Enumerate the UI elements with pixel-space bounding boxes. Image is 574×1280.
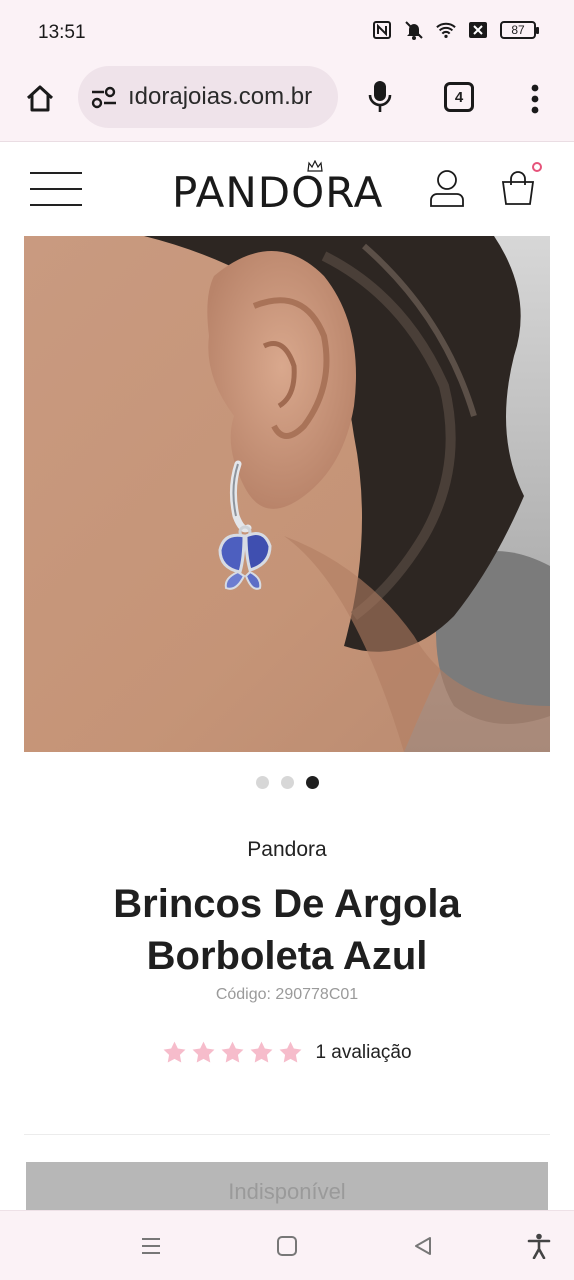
- star-icon: [164, 1041, 186, 1063]
- star-icon: [222, 1041, 244, 1063]
- browser-menu-button[interactable]: [522, 79, 548, 119]
- carousel-dot-active[interactable]: [305, 776, 319, 789]
- product-title-line1: Brincos De Argola: [113, 882, 461, 926]
- signal-off-icon: [468, 20, 488, 40]
- back-nav-icon[interactable]: [410, 1233, 436, 1259]
- carousel-dot[interactable]: [280, 776, 294, 789]
- site-settings-icon: [91, 86, 116, 109]
- carousel-dot[interactable]: [255, 776, 269, 789]
- star-icon: [193, 1041, 215, 1063]
- nfc-icon: [372, 20, 392, 40]
- product-brand: Pandora: [247, 838, 327, 861]
- site-header: PANDORA: [0, 142, 574, 236]
- battery-icon: 87: [500, 21, 539, 39]
- more-vert-icon: [531, 84, 539, 114]
- hamburger-menu-icon[interactable]: [30, 172, 82, 206]
- status-bar: 13:51 87: [0, 0, 574, 62]
- microphone-icon: [368, 81, 392, 112]
- address-bar[interactable]: ıdorajoias.com.br: [78, 66, 338, 128]
- home-icon: [26, 85, 54, 112]
- status-time: 13:51: [38, 22, 86, 43]
- home-button[interactable]: [20, 79, 60, 119]
- system-navigation-bar: [0, 1210, 574, 1280]
- bell-muted-icon: [404, 20, 424, 40]
- accessibility-icon[interactable]: [526, 1233, 552, 1259]
- product-image[interactable]: [24, 236, 550, 752]
- rating-count-link[interactable]: 1 avaliação: [315, 1042, 411, 1064]
- shopping-bag-button[interactable]: [498, 162, 542, 208]
- browser-toolbar: ıdorajoias.com.br 4: [0, 62, 574, 142]
- user-icon: [430, 170, 464, 207]
- product-rating[interactable]: 1 avaliação: [0, 1040, 574, 1065]
- carousel-dots: [0, 776, 574, 789]
- product-title: Brincos De Argola Borboleta Azul: [0, 878, 574, 982]
- cart-indicator: [532, 162, 542, 172]
- recent-apps-icon[interactable]: [138, 1233, 164, 1259]
- shopping-bag-icon: [501, 171, 535, 205]
- home-nav-icon[interactable]: [274, 1233, 300, 1259]
- product-title-line2: Borboleta Azul: [146, 934, 428, 978]
- account-button[interactable]: [428, 168, 466, 208]
- pandora-logo[interactable]: PANDORA: [172, 168, 383, 217]
- voice-search-button[interactable]: [362, 77, 398, 117]
- star-icon: [251, 1041, 273, 1063]
- star-icon: [280, 1041, 302, 1063]
- divider: [24, 1134, 550, 1135]
- product-code: Código: 290778C01: [215, 986, 359, 1003]
- url-text: ıdorajoias.com.br: [128, 83, 313, 110]
- status-icons: 87: [372, 20, 539, 40]
- wifi-icon: [436, 20, 456, 40]
- tab-switcher-button[interactable]: 4: [444, 82, 474, 112]
